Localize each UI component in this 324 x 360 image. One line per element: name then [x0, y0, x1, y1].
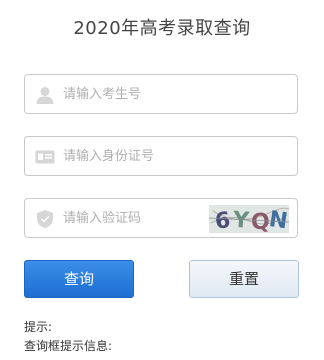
captcha-char-4: N: [267, 207, 289, 233]
id-card-field[interactable]: [24, 136, 298, 176]
id-card-input[interactable]: [63, 137, 223, 175]
shield-icon: [35, 209, 55, 229]
captcha-input[interactable]: [63, 199, 223, 237]
tips-text: 查询框提示信息:: [24, 339, 113, 353]
captcha-char-1: 6: [214, 208, 232, 233]
tips-title: 提示:: [24, 320, 53, 334]
exam-number-field[interactable]: [24, 74, 298, 114]
captcha-field[interactable]: 6 Y Q N: [24, 198, 298, 238]
captcha-image[interactable]: 6 Y Q N: [209, 205, 289, 233]
id-card-icon: [35, 147, 55, 167]
exam-number-input[interactable]: [63, 75, 223, 113]
user-icon: [35, 85, 55, 105]
query-button[interactable]: 查询: [24, 260, 134, 298]
page-title: 2020年高考录取查询: [73, 18, 251, 39]
reset-button[interactable]: 重置: [189, 260, 299, 298]
